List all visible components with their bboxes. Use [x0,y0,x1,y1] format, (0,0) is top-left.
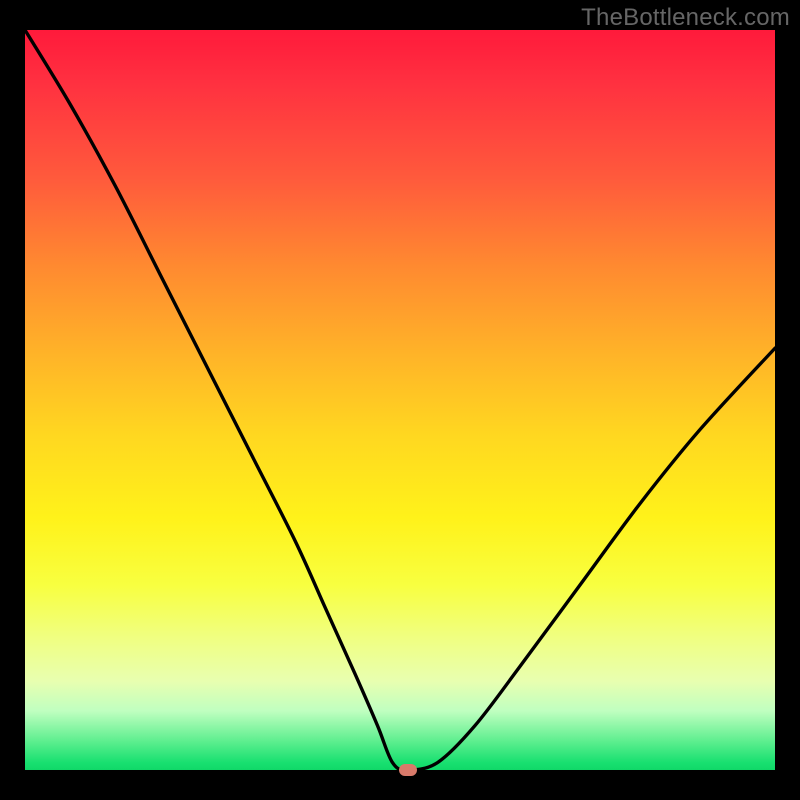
minimum-marker [399,764,417,776]
chart-frame: TheBottleneck.com [0,0,800,800]
plot-area [25,30,775,770]
watermark-text: TheBottleneck.com [581,4,790,32]
bottleneck-curve-path [25,30,775,770]
curve-svg [25,30,775,770]
